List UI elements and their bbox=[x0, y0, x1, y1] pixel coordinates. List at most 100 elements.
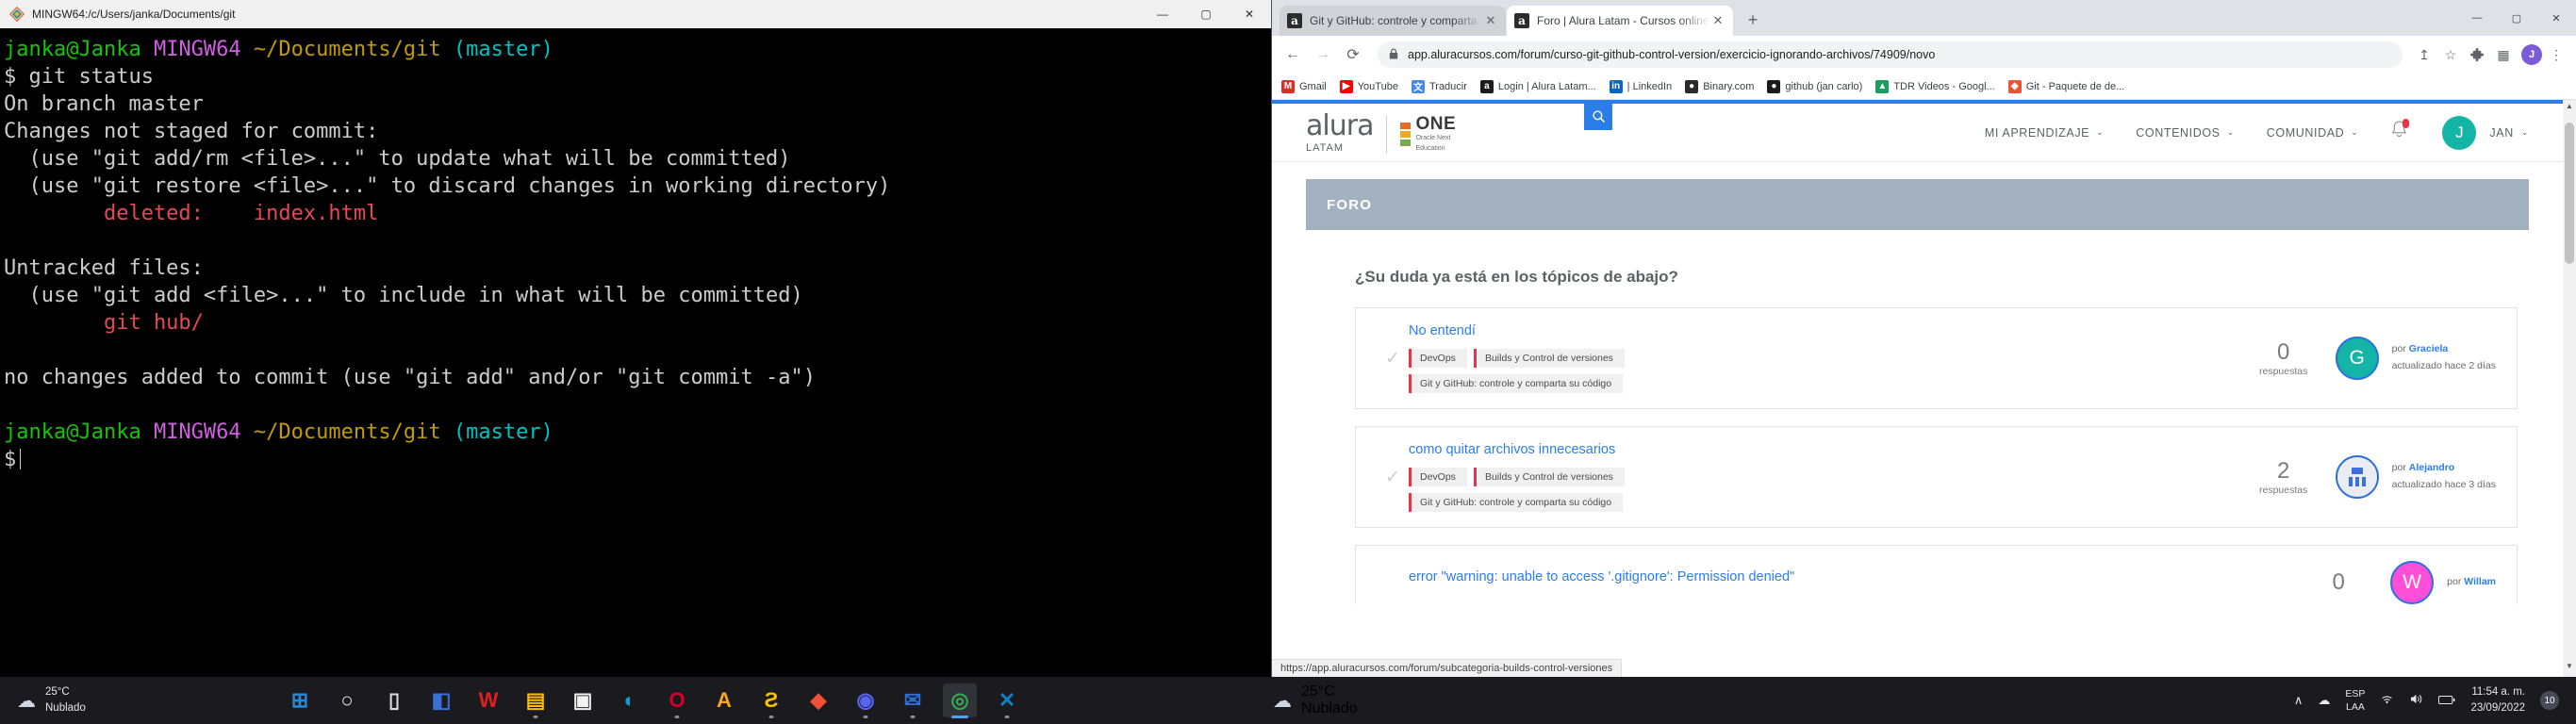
bookmark-favicon: ▶ bbox=[1339, 79, 1353, 93]
topic-tag[interactable]: Git y GitHub: controle y comparta su cód… bbox=[1409, 374, 1624, 393]
terminal-minimize-button[interactable]: — bbox=[1141, 0, 1184, 28]
topic-author-name[interactable]: Willam bbox=[2464, 576, 2496, 587]
by-label: por bbox=[2391, 462, 2406, 474]
terminal-output[interactable]: janka@Janka MINGW64 ~/Documents/git (mas… bbox=[0, 28, 1271, 677]
new-tab-button[interactable]: + bbox=[1740, 7, 1766, 33]
back-button[interactable]: ← bbox=[1280, 41, 1306, 68]
reload-button[interactable]: ⟳ bbox=[1340, 41, 1366, 68]
wondershare-app[interactable]: W bbox=[471, 683, 505, 717]
browser-tabstrip: a Git y GitHub: controle y comparta ✕ a … bbox=[1272, 0, 2576, 36]
topic-tag[interactable]: Builds y Control de versiones bbox=[1473, 349, 1625, 368]
battery-icon[interactable] bbox=[2438, 694, 2455, 708]
taskbar-running-indicator bbox=[768, 716, 774, 718]
chrome-menu-icon[interactable]: ⋮ bbox=[2544, 42, 2568, 67]
notification-badge[interactable]: 10 bbox=[2540, 691, 2559, 710]
browser-tab-2[interactable]: a Foro | Alura Latam - Cursos online ✕ bbox=[1507, 6, 1733, 36]
topic-title-link[interactable]: como quitar archivos innecesarios bbox=[1409, 442, 2253, 457]
nav-item-contenidos[interactable]: CONTENIDOS ⌄ bbox=[2136, 126, 2235, 140]
topic-card[interactable]: error "warning: unable to access '.gitig… bbox=[1355, 545, 2518, 604]
bookmark-item[interactable]: in | LinkedIn bbox=[1609, 79, 1672, 93]
microsoft-store[interactable]: ▣ bbox=[566, 683, 600, 717]
bookmark-item[interactable]: ▲ TDR Videos - Googl... bbox=[1875, 79, 1995, 93]
tray-chevron-icon[interactable]: ∧ bbox=[2294, 693, 2304, 708]
adobe-app[interactable]: A bbox=[707, 683, 741, 717]
start-button[interactable]: ⊞ bbox=[283, 683, 317, 717]
language-indicator[interactable]: ESP LAA bbox=[2345, 687, 2365, 714]
avatar[interactable]: J bbox=[2442, 115, 2477, 150]
topic-author-name[interactable]: Alejandro bbox=[2409, 462, 2454, 473]
weather-widget-left[interactable]: ☁ 25°C Nublado bbox=[0, 684, 283, 716]
tray-cloud-icon[interactable]: ☁ bbox=[2318, 693, 2330, 708]
avatar[interactable] bbox=[2335, 455, 2379, 499]
nav-item-mi-aprendizaje[interactable]: MI APRENDIZAJE ⌄ bbox=[1985, 126, 2104, 140]
bookmark-item[interactable]: a Login | Alura Latam... bbox=[1479, 79, 1596, 93]
scrollbar-thumb[interactable] bbox=[2565, 123, 2574, 264]
topic-author-name[interactable]: Graciela bbox=[2409, 343, 2448, 354]
google-chrome[interactable]: ◎ bbox=[943, 683, 977, 718]
scroll-up-arrow[interactable]: ▲ bbox=[2563, 102, 2576, 115]
alura-logo[interactable]: alura LATAM ONE Oracle Next Education bbox=[1306, 111, 1456, 154]
extensions-icon[interactable] bbox=[2465, 42, 2489, 67]
browser-close-button[interactable]: ✕ bbox=[2536, 0, 2576, 36]
taskbar-clock[interactable]: 11:54 a. m. 23/09/2022 bbox=[2470, 684, 2525, 716]
share-icon[interactable]: ↥ bbox=[2412, 42, 2436, 67]
bookmark-item[interactable]: ● Binary.com bbox=[1685, 79, 1754, 93]
weather-widget-right[interactable]: ☁ 25°C Nublado bbox=[1273, 683, 1358, 717]
discord-app[interactable]: ◉ bbox=[849, 683, 883, 718]
terminal-titlebar[interactable]: MINGW64:/c/Users/janka/Documents/git — ▢… bbox=[0, 0, 1271, 28]
browser-minimize-button[interactable]: — bbox=[2457, 0, 2497, 36]
git-bash[interactable]: ◆ bbox=[801, 683, 835, 717]
terminal-maximize-button[interactable]: ▢ bbox=[1184, 0, 1228, 28]
file-explorer[interactable]: ▤ bbox=[519, 683, 553, 718]
topic-title-link[interactable]: No entendí bbox=[1409, 323, 2253, 338]
page-scrollbar[interactable]: ▲ ▼ bbox=[2563, 100, 2576, 677]
profile-avatar[interactable]: J bbox=[2521, 44, 2542, 65]
topic-tag[interactable]: DevOps bbox=[1409, 349, 1467, 368]
vs-code[interactable]: ✕ bbox=[990, 683, 1024, 718]
replies-counter: 0 respuestas bbox=[2253, 339, 2315, 377]
search-icon[interactable] bbox=[1584, 102, 1612, 130]
bookmark-item[interactable]: ◆ Git - Paquete de de... bbox=[2007, 79, 2124, 93]
terminal-line: no changes added to commit (use "git add… bbox=[4, 364, 1267, 391]
topic-card[interactable]: ✓ como quitar archivos innecesarios DevOps… bbox=[1355, 426, 2518, 528]
topic-tag[interactable]: Git y GitHub: controle y comparta su cód… bbox=[1409, 493, 1624, 512]
scroll-down-arrow[interactable]: ▼ bbox=[2563, 662, 2576, 675]
topic-tag[interactable]: Builds y Control de versiones bbox=[1473, 468, 1625, 486]
chevron-down-icon: ⌄ bbox=[2226, 127, 2235, 137]
user-menu[interactable]: JAN ⌄ bbox=[2489, 126, 2529, 140]
bookmark-item[interactable]: 文 Traducir bbox=[1411, 79, 1467, 93]
volume-icon[interactable] bbox=[2409, 693, 2423, 708]
topic-tag[interactable]: DevOps bbox=[1409, 468, 1467, 486]
opera-browser[interactable]: O bbox=[660, 683, 694, 718]
widgets-button[interactable]: ◧ bbox=[424, 683, 458, 717]
browser-tab-1-title: Git y GitHub: controle y comparta bbox=[1310, 14, 1478, 27]
mail-app[interactable]: ✉ bbox=[896, 683, 930, 718]
nav-item-contenidos-label: CONTENIDOS bbox=[2136, 125, 2221, 140]
browser-tab-2-close-icon[interactable]: ✕ bbox=[1710, 13, 1726, 28]
bookmark-item[interactable]: ● github (jan carlo) bbox=[1767, 79, 1862, 93]
start-button-icon: ⊞ bbox=[290, 688, 309, 712]
browser-tab-1[interactable]: a Git y GitHub: controle y comparta ✕ bbox=[1280, 6, 1506, 36]
topic-card[interactable]: ✓ No entendí DevOps Builds y Control de ver… bbox=[1355, 307, 2518, 409]
terminal-close-button[interactable]: ✕ bbox=[1228, 0, 1271, 28]
bookmark-item[interactable]: ▶ YouTube bbox=[1339, 79, 1398, 93]
apps-grid-icon[interactable]: ▦ bbox=[2491, 42, 2516, 67]
replies-counter: 2 respuestas bbox=[2253, 458, 2315, 496]
address-bar[interactable]: app.aluracursos.com/forum/curso-git-gith… bbox=[1378, 41, 2403, 68]
bookmark-star-icon[interactable]: ☆ bbox=[2438, 42, 2463, 67]
microsoft-edge[interactable]: ◐ bbox=[613, 683, 647, 717]
bell-icon[interactable] bbox=[2390, 119, 2410, 145]
bookmark-item[interactable]: M Gmail bbox=[1281, 79, 1327, 93]
nav-item-comunidad[interactable]: COMUNIDAD ⌄ bbox=[2267, 126, 2359, 140]
avatar[interactable]: W bbox=[2390, 561, 2435, 604]
forward-button[interactable]: → bbox=[1310, 41, 1336, 68]
browser-maximize-button[interactable]: ▢ bbox=[2497, 0, 2536, 36]
browser-tab-1-close-icon[interactable]: ✕ bbox=[1483, 13, 1498, 28]
microsoft-store-icon: ▣ bbox=[572, 688, 593, 712]
topic-title-link[interactable]: error "warning: unable to access '.gitig… bbox=[1409, 567, 1814, 587]
search-button[interactable]: ○ bbox=[330, 683, 364, 717]
task-view-button[interactable]: ▯ bbox=[377, 683, 411, 717]
wifi-icon[interactable] bbox=[2380, 693, 2394, 708]
sublime-text[interactable]: Ƨ bbox=[754, 683, 788, 718]
avatar[interactable]: G bbox=[2335, 337, 2379, 380]
